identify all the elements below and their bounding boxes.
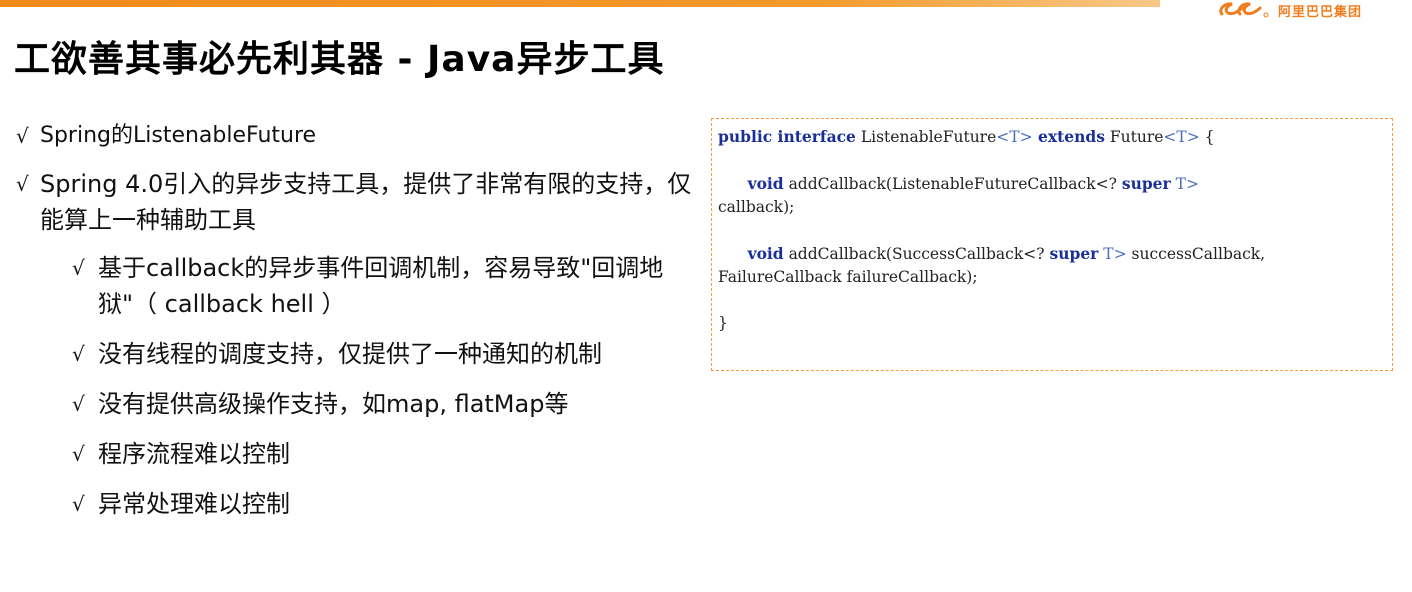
sub-bullet-item: √ 异常处理难以控制 xyxy=(72,486,696,522)
alibaba-logo: 阿里巴巴集团 xyxy=(1216,0,1362,20)
bullet-item: √ Spring 4.0引入的异步支持工具，提供了非常有限的支持，仅能算上一种辅… xyxy=(16,166,696,238)
alibaba-logo-icon xyxy=(1219,2,1269,18)
code-line: FailureCallback failureCallback); xyxy=(718,268,978,286)
bullet-text: 基于callback的异步事件回调机制，容易导致"回调地狱"（ callback… xyxy=(98,254,664,318)
code-line: public interface ListenableFuture<T> ext… xyxy=(718,127,1215,146)
code-line: callback); xyxy=(718,198,795,216)
checkmark-icon: √ xyxy=(72,342,85,366)
bullet-text: 程序流程难以控制 xyxy=(98,440,290,468)
checkmark-icon: √ xyxy=(16,172,29,196)
bullet-item: √ Spring的ListenableFuture xyxy=(16,118,696,154)
top-accent-bar xyxy=(0,0,1160,7)
bullet-text: 异常处理难以控制 xyxy=(98,490,290,518)
code-line: void addCallback(SuccessCallback<? super… xyxy=(747,244,1266,263)
sub-bullet-item: √ 没有提供高级操作支持，如map, flatMap等 xyxy=(72,386,696,422)
bullet-text: Spring的ListenableFuture xyxy=(40,123,317,148)
checkmark-icon: √ xyxy=(72,392,85,416)
logo-text: 阿里巴巴集团 xyxy=(1277,4,1362,20)
bullet-text: 没有提供高级操作支持，如map, flatMap等 xyxy=(98,390,569,418)
code-line: } xyxy=(718,314,728,332)
checkmark-icon: √ xyxy=(16,124,29,148)
code-line: void addCallback(ListenableFutureCallbac… xyxy=(747,174,1199,193)
sub-bullet-item: √ 基于callback的异步事件回调机制，容易导致"回调地狱"（ callba… xyxy=(72,250,696,322)
checkmark-icon: √ xyxy=(72,256,85,280)
checkmark-icon: √ xyxy=(72,442,85,466)
slide-title: 工欲善其事必先利其器 - Java异步工具 xyxy=(14,39,665,80)
bullet-text: 没有线程的调度支持，仅提供了一种通知的机制 xyxy=(98,340,602,368)
bullet-list: √ Spring的ListenableFuture √ Spring 4.0引入… xyxy=(16,118,696,536)
bullet-text: Spring 4.0引入的异步支持工具，提供了非常有限的支持，仅能算上一种辅助工… xyxy=(40,170,692,234)
code-snippet-box: public interface ListenableFuture<T> ext… xyxy=(711,118,1393,371)
sub-bullet-item: √ 程序流程难以控制 xyxy=(72,436,696,472)
checkmark-icon: √ xyxy=(72,492,85,516)
sub-bullet-item: √ 没有线程的调度支持，仅提供了一种通知的机制 xyxy=(72,336,696,372)
slide: 阿里巴巴集团 工欲善其事必先利其器 - Java异步工具 √ Spring的Li… xyxy=(0,0,1412,592)
